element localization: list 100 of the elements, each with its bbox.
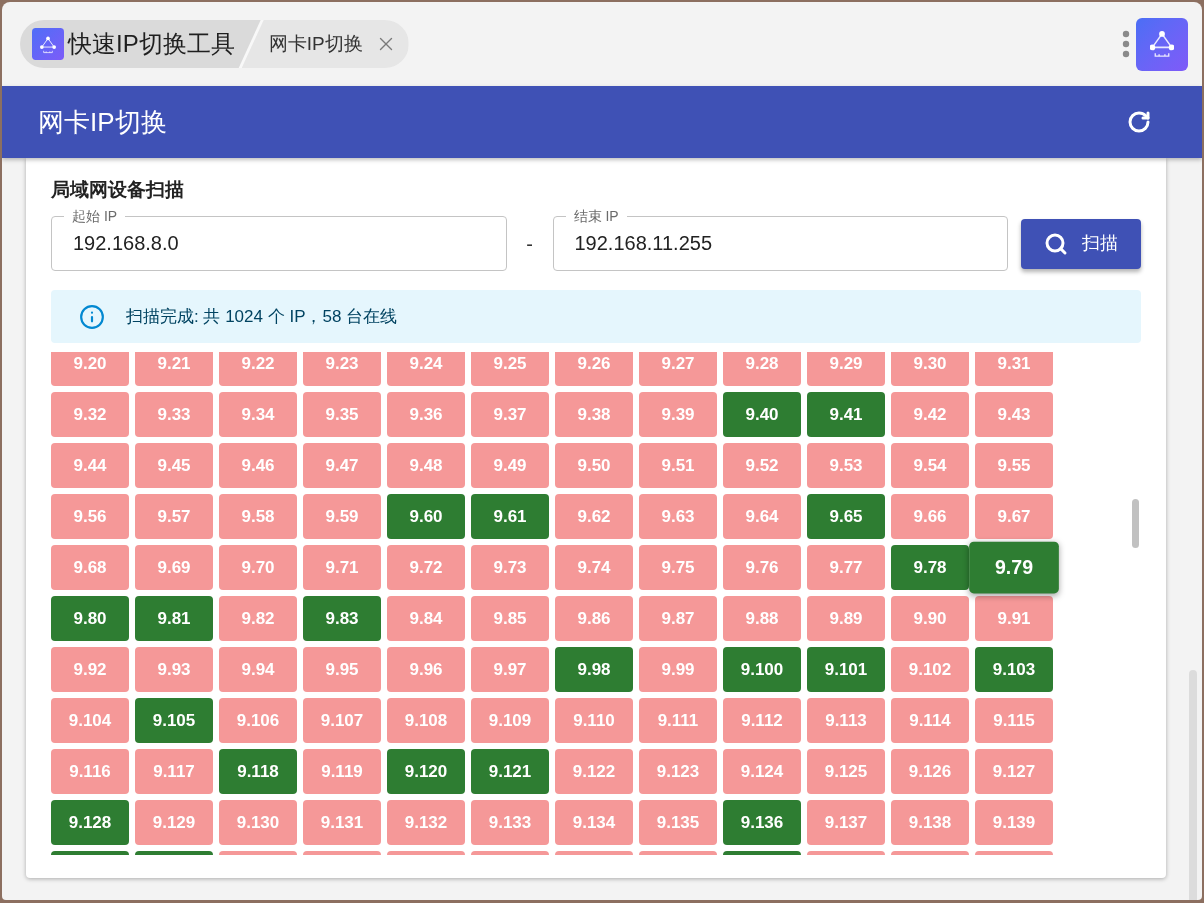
ip-tile[interactable]: 9.31 — [975, 352, 1053, 386]
ip-tile[interactable]: 9.110 — [555, 698, 633, 743]
ip-tile[interactable]: 9.47 — [303, 443, 381, 488]
ip-tile[interactable]: 9.75 — [639, 545, 717, 590]
ip-tile[interactable]: 9.134 — [555, 800, 633, 845]
ip-tile[interactable]: 9.136 — [723, 800, 801, 845]
ip-tile[interactable]: 9.27 — [639, 352, 717, 386]
ip-tile[interactable]: 9.38 — [555, 392, 633, 437]
ip-tile[interactable]: 9.51 — [639, 443, 717, 488]
ip-tile[interactable]: 9.41 — [807, 392, 885, 437]
ip-tile[interactable]: 9.46 — [219, 443, 297, 488]
ip-tile[interactable]: 9.117 — [135, 749, 213, 794]
ip-tile[interactable]: 9.123 — [639, 749, 717, 794]
ip-tile[interactable]: 9.58 — [219, 494, 297, 539]
ip-tile[interactable]: 9.124 — [723, 749, 801, 794]
ip-tile[interactable]: 9.25 — [471, 352, 549, 386]
scrollbar-thumb[interactable] — [1189, 670, 1197, 900]
ip-tile[interactable]: 9.26 — [555, 352, 633, 386]
ip-tile[interactable]: 9.101 — [807, 647, 885, 692]
ip-tile[interactable]: 9.137 — [807, 800, 885, 845]
ip-tile[interactable]: 9.107 — [303, 698, 381, 743]
ip-tile[interactable]: 9.120 — [387, 749, 465, 794]
ip-tile[interactable]: 9.21 — [135, 352, 213, 386]
ip-tile[interactable]: 9.106 — [219, 698, 297, 743]
ip-tile[interactable]: 9.52 — [723, 443, 801, 488]
ip-tile[interactable]: 9.50 — [555, 443, 633, 488]
ip-tile[interactable]: 9.85 — [471, 596, 549, 641]
ip-tile[interactable]: 9.35 — [303, 392, 381, 437]
ip-tile[interactable]: 9.68 — [51, 545, 129, 590]
ip-tile[interactable]: 9.57 — [135, 494, 213, 539]
ip-tile[interactable]: 9.126 — [891, 749, 969, 794]
ip-tile[interactable]: 9.89 — [807, 596, 885, 641]
ip-tile[interactable]: 9.40 — [723, 392, 801, 437]
ip-tile[interactable]: 9.84 — [387, 596, 465, 641]
ip-tile[interactable]: 9.72 — [387, 545, 465, 590]
ip-tile[interactable]: 9.94 — [219, 647, 297, 692]
ip-tile[interactable]: 9.112 — [723, 698, 801, 743]
ip-tile[interactable]: 9.24 — [387, 352, 465, 386]
more-vertical-icon[interactable] — [1122, 30, 1130, 58]
ip-tile[interactable]: 9.119 — [303, 749, 381, 794]
ip-tile[interactable]: 9.115 — [975, 698, 1053, 743]
ip-tile[interactable]: 9.43 — [975, 392, 1053, 437]
ip-tile[interactable]: 9.103 — [975, 647, 1053, 692]
ip-tile[interactable]: 9.104 — [51, 698, 129, 743]
scan-button[interactable]: 扫描 — [1021, 218, 1141, 269]
ip-tile[interactable]: 9.133 — [471, 800, 549, 845]
ip-tile[interactable]: 9.69 — [135, 545, 213, 590]
ip-tile[interactable]: 9.82 — [219, 596, 297, 641]
ip-tile[interactable]: 9.49 — [471, 443, 549, 488]
ip-tile[interactable]: 9.113 — [807, 698, 885, 743]
ip-tile[interactable]: 9.67 — [975, 494, 1053, 539]
ip-tile[interactable]: 9.20 — [51, 352, 129, 386]
ip-tile[interactable]: 9.91 — [975, 596, 1053, 641]
ip-tile[interactable]: 9.77 — [807, 545, 885, 590]
ip-tile[interactable]: 9.54 — [891, 443, 969, 488]
ip-tile[interactable]: 9.88 — [723, 596, 801, 641]
ip-tile[interactable]: 9.59 — [303, 494, 381, 539]
ip-tile[interactable]: 9.61 — [471, 494, 549, 539]
ip-tile[interactable]: 9.93 — [135, 647, 213, 692]
ip-tile[interactable]: 9.116 — [51, 749, 129, 794]
ip-tile[interactable]: 9.95 — [303, 647, 381, 692]
ip-tile[interactable]: 9.129 — [135, 800, 213, 845]
ip-tile[interactable]: 9.108 — [387, 698, 465, 743]
ip-tile[interactable]: 9.44 — [51, 443, 129, 488]
ip-tile[interactable]: 9.37 — [471, 392, 549, 437]
ip-tile[interactable]: 9.122 — [555, 749, 633, 794]
ip-tile[interactable]: 9.42 — [891, 392, 969, 437]
ip-tile[interactable]: 9.86 — [555, 596, 633, 641]
ip-tile[interactable]: 9.64 — [723, 494, 801, 539]
ip-tile[interactable]: 9.78 — [891, 545, 969, 590]
ip-tile[interactable]: 9.30 — [891, 352, 969, 386]
ip-tile[interactable]: 9.138 — [891, 800, 969, 845]
ip-tile[interactable]: 9.79 — [969, 541, 1059, 594]
ip-tile[interactable]: 9.111 — [639, 698, 717, 743]
ip-tile[interactable]: 9.23 — [303, 352, 381, 386]
ip-tile[interactable]: 9.132 — [387, 800, 465, 845]
ip-tile[interactable]: 9.32 — [51, 392, 129, 437]
ip-tile[interactable]: 9.36 — [387, 392, 465, 437]
ip-tile[interactable]: 9.125 — [807, 749, 885, 794]
ip-tile[interactable]: 9.62 — [555, 494, 633, 539]
scrollbar-thumb[interactable] — [1132, 499, 1139, 548]
ip-tile[interactable]: 9.66 — [891, 494, 969, 539]
ip-tile[interactable]: 9.90 — [891, 596, 969, 641]
ip-tile[interactable]: 9.45 — [135, 443, 213, 488]
ip-tile[interactable]: 9.53 — [807, 443, 885, 488]
page-tab[interactable]: 网卡IP切换 — [241, 20, 409, 68]
ip-tile[interactable]: 9.127 — [975, 749, 1053, 794]
ip-tile[interactable]: 9.60 — [387, 494, 465, 539]
ip-tile[interactable]: 9.114 — [891, 698, 969, 743]
ip-tile[interactable]: 9.87 — [639, 596, 717, 641]
ip-tile[interactable]: 9.22 — [219, 352, 297, 386]
ip-tile[interactable]: 9.100 — [723, 647, 801, 692]
app-icon-button[interactable] — [1136, 17, 1188, 71]
ip-tile[interactable]: 9.76 — [723, 545, 801, 590]
ip-tile[interactable]: 9.97 — [471, 647, 549, 692]
ip-tile[interactable]: 9.34 — [219, 392, 297, 437]
ip-tile[interactable]: 9.128 — [51, 800, 129, 845]
ip-tile[interactable]: 9.118 — [219, 749, 297, 794]
ip-tile[interactable]: 9.98 — [555, 647, 633, 692]
ip-tile[interactable]: 9.29 — [807, 352, 885, 386]
